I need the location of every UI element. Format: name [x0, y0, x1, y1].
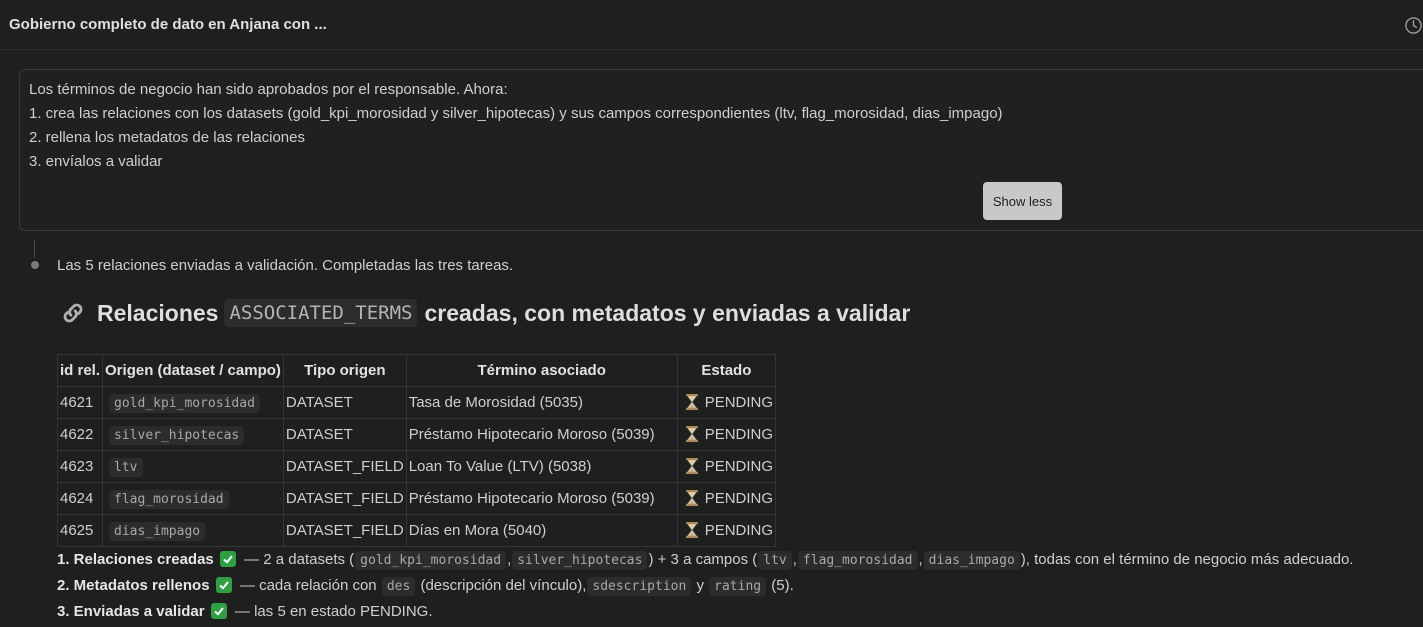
inline-code: dias_impago [923, 551, 1020, 570]
cell-id: 4625 [56, 514, 104, 547]
status-message: Las 5 relaciones enviadas a validación. … [57, 257, 514, 274]
cell-origin: gold_kpi_morosidad [102, 386, 284, 419]
relations-table: id rel. Origen (dataset / campo) Tipo or… [56, 354, 777, 547]
cell-id: 4623 [56, 450, 104, 483]
cell-origin: dias_impago [102, 514, 284, 547]
status-text: PENDING [704, 394, 774, 411]
inline-code: silver_hipotecas [512, 551, 648, 570]
column-header-origin: Origen (dataset / campo) [102, 354, 284, 387]
cell-id: 4624 [56, 482, 104, 515]
summary-text: , [792, 551, 797, 568]
table-row: 4625 dias_impago DATASET_FIELD Días en Mora… [56, 514, 777, 547]
hourglass-icon [685, 394, 698, 410]
section-heading: Relaciones ASSOCIATED_TERMS creadas, con… [60, 299, 910, 327]
column-header-id: id rel. [56, 354, 104, 387]
prompt-line: 3. envíalos a validar [29, 153, 163, 170]
origin-code: ltv [109, 458, 143, 477]
user-prompt-box: Los términos de negocio han sido aprobad… [19, 69, 1423, 231]
status-text: PENDING [704, 522, 774, 539]
cell-type: DATASET_FIELD [282, 450, 407, 483]
cell-status: PENDING [676, 514, 777, 547]
timeline-dot [31, 261, 39, 269]
summary-item-2: 2. Metadatos rellenos — cada relación co… [57, 577, 794, 596]
cell-origin: flag_morosidad [102, 482, 284, 515]
inline-code: gold_kpi_morosidad [355, 551, 507, 570]
cell-origin: silver_hipotecas [102, 418, 284, 451]
summary-text: — 2 a datasets ( [239, 551, 355, 568]
table-row: 4621 gold_kpi_morosidad DATASET Tasa de Mor… [56, 386, 777, 419]
hourglass-icon [685, 490, 698, 506]
summary-label: 1. Relaciones creadas [57, 551, 214, 568]
summary-item-3: 3. Enviadas a validar — las 5 en estado … [57, 603, 433, 620]
clock-icon[interactable] [1404, 16, 1423, 35]
inline-code: rating [709, 577, 767, 596]
inline-code: ltv [758, 551, 792, 570]
cell-status: PENDING [676, 482, 777, 515]
heading-text-before: Relaciones [97, 299, 219, 326]
cell-term: Días en Mora (5040) [405, 514, 678, 547]
inline-code: sdescription [587, 577, 692, 596]
summary-text: y [692, 577, 709, 594]
table-header-row: id rel. Origen (dataset / campo) Tipo or… [56, 354, 777, 387]
summary-item-1: 1. Relaciones creadas — 2 a datasets (go… [57, 551, 1354, 570]
cell-status: PENDING [676, 386, 777, 419]
cell-term: Loan To Value (LTV) (5038) [405, 450, 678, 483]
check-mark-icon [215, 577, 232, 593]
column-header-term: Término asociado [405, 354, 678, 387]
check-mark-icon [210, 603, 227, 619]
summary-text: , [507, 551, 512, 568]
cell-type: DATASET_FIELD [282, 514, 407, 547]
cell-status: PENDING [676, 450, 777, 483]
cell-type: DATASET [282, 386, 407, 419]
summary-text: (5). [767, 577, 794, 594]
status-text: PENDING [704, 426, 774, 443]
summary-text: — las 5 en estado PENDING. [230, 603, 433, 620]
chat-header: Gobierno completo de dato en Anjana con … [0, 0, 1423, 50]
heading-text-after: creadas, con metadatos y enviadas a vali… [424, 299, 911, 326]
cell-type: DATASET [282, 418, 407, 451]
show-less-button[interactable]: Show less [983, 182, 1062, 220]
cell-id: 4622 [56, 418, 104, 451]
summary-label: 3. Enviadas a validar [57, 603, 205, 620]
cell-term: Tasa de Morosidad (5035) [405, 386, 678, 419]
hourglass-icon [685, 522, 698, 538]
cell-status: PENDING [676, 418, 777, 451]
table-row: 4623 ltv DATASET_FIELD Loan To Value (LTV) … [56, 450, 777, 483]
hourglass-icon [685, 426, 698, 442]
heading-code: ASSOCIATED_TERMS [224, 299, 418, 327]
prompt-line: 1. crea las relaciones con los datasets … [29, 105, 1003, 122]
prompt-line: 2. rellena los metadatos de las relacion… [29, 129, 305, 146]
column-header-status: Estado [676, 354, 777, 387]
table-row: 4624 flag_morosidad DATASET_FIELD Préstamo … [56, 482, 777, 515]
column-header-type: Tipo origen [282, 354, 407, 387]
origin-code: silver_hipotecas [109, 426, 245, 445]
summary-text: ), todas con el término de negocio más a… [1020, 551, 1354, 568]
inline-code: des [381, 577, 416, 596]
origin-code: flag_morosidad [109, 490, 229, 509]
check-mark-icon [219, 551, 236, 567]
hourglass-icon [685, 458, 698, 474]
prompt-line: Los términos de negocio han sido aprobad… [29, 81, 508, 98]
cell-term: Préstamo Hipotecario Moroso (5039) [405, 482, 678, 515]
cell-origin: ltv [102, 450, 284, 483]
summary-text: — cada relación con [235, 577, 381, 594]
status-text: PENDING [704, 490, 774, 507]
timeline-connector [34, 240, 35, 258]
summary-text: ) + 3 a campos ( [648, 551, 758, 568]
summary-text: , [918, 551, 923, 568]
link-icon [63, 303, 83, 323]
origin-code: gold_kpi_morosidad [109, 394, 260, 413]
status-text: PENDING [704, 458, 774, 475]
chat-title: Gobierno completo de dato en Anjana con … [9, 16, 327, 33]
summary-label: 2. Metadatos rellenos [57, 577, 210, 594]
cell-id: 4621 [56, 386, 104, 419]
origin-code: dias_impago [109, 522, 206, 541]
table-row: 4622 silver_hipotecas DATASET Préstamo Hipo… [56, 418, 777, 451]
cell-term: Préstamo Hipotecario Moroso (5039) [405, 418, 678, 451]
summary-text: (descripción del vínculo), [416, 577, 587, 594]
inline-code: flag_morosidad [797, 551, 918, 570]
cell-type: DATASET_FIELD [282, 482, 407, 515]
